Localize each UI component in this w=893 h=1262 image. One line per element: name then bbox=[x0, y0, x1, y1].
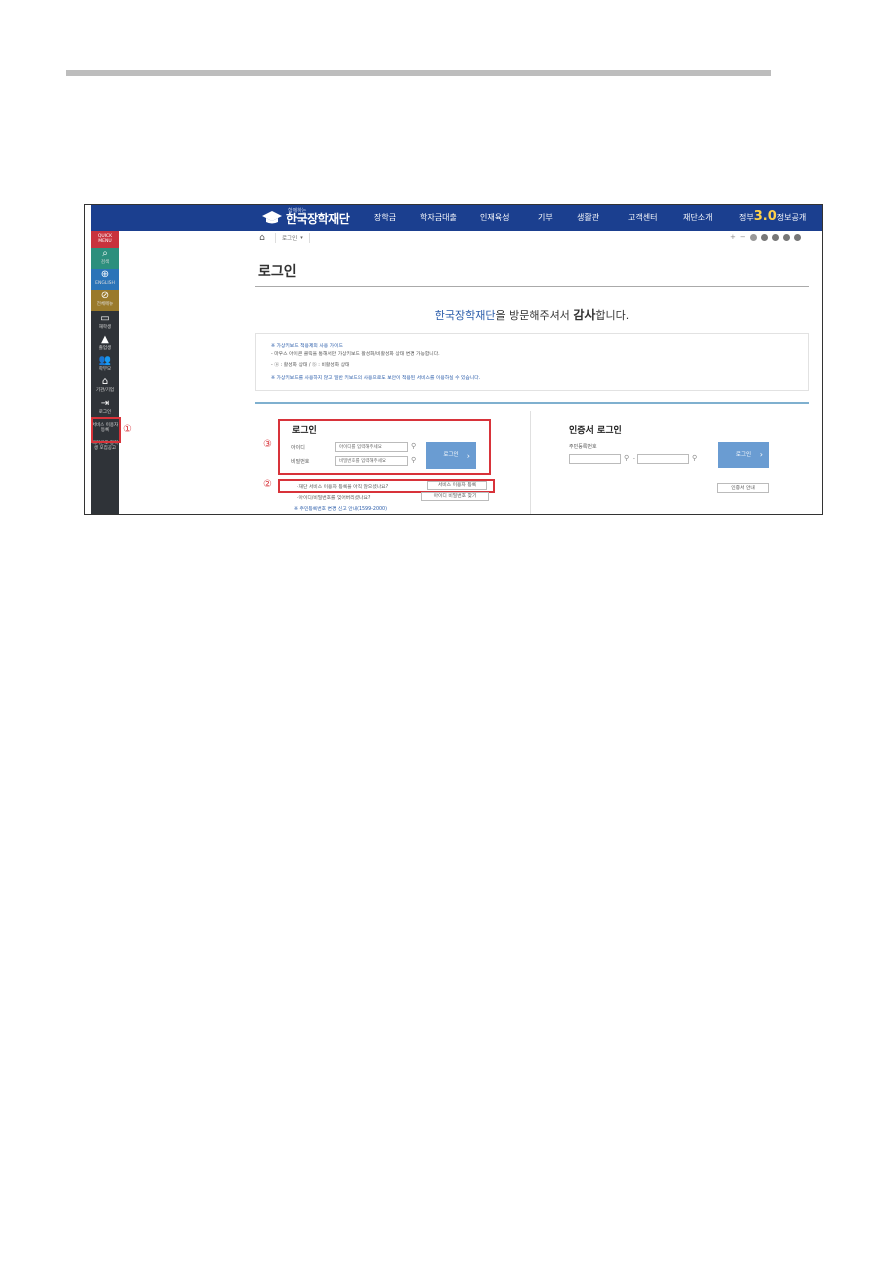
book-icon: ▭ bbox=[100, 313, 110, 324]
welcome-org-name: 한국장학재단 bbox=[434, 309, 496, 322]
annotation-step-3: ③ bbox=[263, 439, 272, 450]
cert-login-button-label: 로그인 bbox=[735, 452, 752, 458]
cert-login-title: 인증서 로그인 bbox=[569, 426, 622, 436]
facebook-icon[interactable] bbox=[760, 233, 768, 241]
guide-note: ※ 가상키보드를 사용하지 않고 일반 키보드의 사용으로도 보안이 적용된 서… bbox=[271, 376, 481, 381]
find-account-prompt: ·아이디/비밀번호를 잊어버리셨나요? bbox=[297, 496, 371, 501]
blog-icon[interactable] bbox=[782, 233, 790, 241]
guide-heading: ※ 가상키보드 적용제외 사용 가이드 bbox=[271, 344, 343, 349]
resident-number-change-link[interactable]: ※ 주민등록번호 변경 신고 안내(1599-2000) bbox=[294, 505, 387, 512]
zoom-in-icon[interactable]: + bbox=[730, 233, 736, 241]
compass-icon: ⊘ bbox=[100, 290, 110, 301]
cert-login-button[interactable]: 로그인 › bbox=[718, 442, 769, 468]
page-tools: + − bbox=[730, 233, 801, 241]
sidebar-item-label: 졸업생 bbox=[98, 346, 112, 351]
nav-talent-development[interactable]: 인재육성 bbox=[480, 205, 509, 231]
sidebar-item-label: ENGLISH bbox=[95, 281, 115, 286]
highlight-sidebar-login bbox=[91, 417, 121, 443]
welcome-text-end: 합니다. bbox=[595, 309, 630, 322]
resident-number-back-input[interactable] bbox=[637, 454, 689, 464]
nav-foundation-intro[interactable]: 재단소개 bbox=[683, 205, 712, 231]
print-icon[interactable] bbox=[749, 233, 757, 241]
breadcrumb-separator bbox=[308, 233, 310, 243]
nav-student-loan[interactable]: 학자금대출 bbox=[420, 205, 457, 231]
guide-line: - 마우스 아이콘 클릭을 통해서만 가상키보드 활성화/비활성화 상태 변경 … bbox=[271, 352, 440, 357]
home-icon[interactable]: ⌂ bbox=[255, 233, 269, 243]
highlight-login-form bbox=[278, 419, 491, 475]
zoom-out-icon[interactable]: − bbox=[740, 233, 746, 241]
column-divider bbox=[530, 411, 531, 514]
graduation-cap-icon bbox=[262, 211, 282, 224]
virtual-keyboard-icon[interactable]: ⚲ bbox=[692, 454, 697, 462]
website-screenshot: 함께하는 한국장학재단 장학금 학자금대출 인재육성 기부 생활관 고객센터 재… bbox=[84, 204, 823, 515]
twitter-icon[interactable] bbox=[771, 233, 779, 241]
annotation-step-2: ② bbox=[263, 479, 272, 490]
virtual-keyboard-icon[interactable]: ⚲ bbox=[624, 454, 629, 462]
quick-sidebar: QUICK MENU ⌕ 검색 ⊕ ENGLISH ⊘ 전체메뉴 ▭ 재학생 ▲… bbox=[91, 231, 119, 514]
globe-icon: ⊕ bbox=[100, 269, 110, 280]
welcome-message: 한국장학재단을 방문해주셔서 감사합니다. bbox=[255, 306, 809, 323]
building-icon: ⌂ bbox=[101, 376, 109, 387]
highlight-registration bbox=[278, 479, 495, 493]
welcome-text: 을 방문해주셔서 bbox=[495, 309, 574, 322]
resident-number-label: 주민등록번호 bbox=[569, 444, 597, 450]
guide-line: - ⓐ : 활성화 상태 / ⓑ : 비활성화 상태 bbox=[271, 363, 350, 368]
search-icon: ⌕ bbox=[102, 248, 108, 259]
sidebar-item-label: 학부모 bbox=[98, 367, 112, 372]
sidebar-item-label: QUICK MENU bbox=[97, 234, 113, 244]
gov-suffix: 정보공개 bbox=[776, 213, 807, 222]
sidebar-item-institution[interactable]: ⌂ 기관/기업 bbox=[91, 376, 119, 393]
sidebar-item-all-menu[interactable]: ⊘ 전체메뉴 bbox=[91, 290, 119, 311]
welcome-bold: 감사 bbox=[573, 308, 596, 322]
sidebar-item-student[interactable]: ▭ 재학생 bbox=[91, 313, 119, 330]
gov-number: 3.0 bbox=[753, 209, 777, 224]
dash-separator: - bbox=[633, 456, 635, 462]
virtual-keyboard-guide: ※ 가상키보드 적용제외 사용 가이드 - 마우스 아이콘 클릭을 통해서만 가… bbox=[255, 333, 809, 391]
top-navigation: 함께하는 한국장학재단 장학금 학자금대출 인재육성 기부 생활관 고객센터 재… bbox=[91, 205, 822, 231]
nav-donation[interactable]: 기부 bbox=[538, 205, 553, 231]
nav-customer-center[interactable]: 고객센터 bbox=[628, 205, 657, 231]
find-id-password-button[interactable]: 아이디 비밀번호 찾기 bbox=[421, 492, 489, 501]
sidebar-item-label: 전체메뉴 bbox=[96, 302, 114, 307]
kakao-icon[interactable] bbox=[793, 233, 801, 241]
title-divider bbox=[255, 286, 809, 287]
breadcrumb-separator bbox=[275, 233, 276, 243]
chevron-down-icon[interactable]: ▾ bbox=[300, 235, 303, 241]
resident-number-front-input[interactable] bbox=[569, 454, 621, 464]
page-title: 로그인 bbox=[258, 264, 297, 280]
sidebar-item-label: 재학생 bbox=[98, 325, 112, 330]
gov-prefix: 정부 bbox=[739, 213, 754, 222]
graduation-cap-icon: ▲ bbox=[101, 334, 109, 345]
sidebar-item-search[interactable]: ⌕ 검색 bbox=[91, 248, 119, 269]
sidebar-item-label: 검색 bbox=[100, 260, 110, 265]
sidebar-item-parent[interactable]: 👥 학부모 bbox=[91, 355, 119, 372]
nav-scholarship[interactable]: 장학금 bbox=[374, 205, 396, 231]
sidebar-item-graduate[interactable]: ▲ 졸업생 bbox=[91, 334, 119, 351]
sidebar-quick-menu[interactable]: QUICK MENU bbox=[91, 231, 119, 248]
annotation-step-1: ① bbox=[123, 424, 132, 435]
logo-subtitle: 함께하는 bbox=[288, 208, 307, 214]
breadcrumb: ⌂ 로그인 ▾ bbox=[255, 232, 316, 244]
header-rule bbox=[66, 70, 771, 76]
login-icon: ⇥ bbox=[100, 398, 110, 409]
gov-info-disclosure[interactable]: 정부3.0정보공개 bbox=[739, 205, 806, 229]
sidebar-item-label: 로그인 bbox=[98, 410, 112, 415]
cert-guide-button[interactable]: 인증서 안내 bbox=[717, 483, 769, 493]
chevron-right-icon: › bbox=[759, 450, 763, 459]
people-icon: 👥 bbox=[98, 355, 112, 366]
sidebar-item-login[interactable]: ⇥ 로그인 bbox=[91, 398, 119, 415]
sidebar-item-label: 기관/기업 bbox=[95, 388, 115, 393]
sidebar-item-english[interactable]: ⊕ ENGLISH bbox=[91, 269, 119, 290]
breadcrumb-current[interactable]: 로그인 bbox=[282, 234, 297, 242]
site-logo[interactable]: 함께하는 한국장학재단 bbox=[261, 208, 350, 228]
nav-dormitory[interactable]: 생활관 bbox=[577, 205, 599, 231]
section-divider bbox=[255, 402, 809, 404]
